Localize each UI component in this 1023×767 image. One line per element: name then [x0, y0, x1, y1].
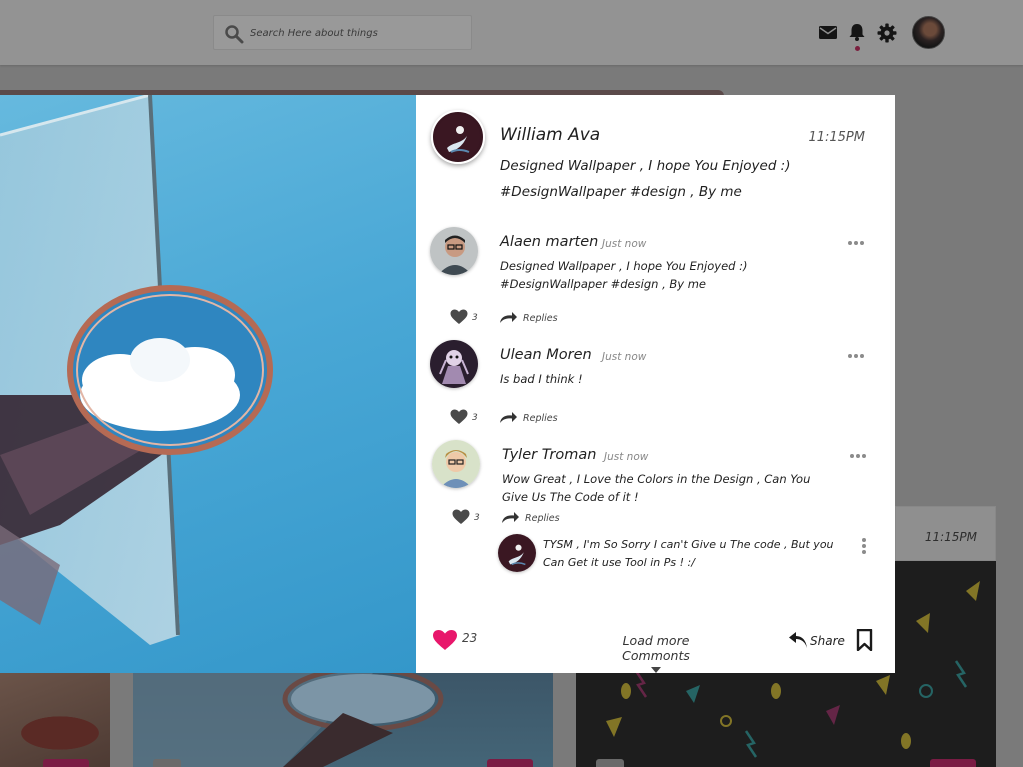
- comment-like-count: 3: [472, 413, 478, 423]
- like-count: 23: [462, 631, 478, 645]
- post-photo: [0, 95, 416, 673]
- background-photo-lips[interactable]: [0, 673, 110, 767]
- bell-icon[interactable]: [846, 21, 868, 43]
- avatar-photo: [432, 440, 480, 488]
- more-options-icon[interactable]: [848, 354, 866, 360]
- search-icon: [225, 25, 244, 44]
- like-badge[interactable]: [487, 759, 533, 767]
- reply-text: TYSM , I'm So Sorry I can't Give u The c…: [543, 538, 834, 569]
- post-caption: Designed Wallpaper , I hope You Enjoyed …: [500, 158, 791, 200]
- load-more-button[interactable]: Load more Commonts: [590, 633, 722, 673]
- caret-down-icon: [651, 667, 661, 673]
- like-heart-icon[interactable]: [432, 629, 458, 651]
- save-badge[interactable]: [596, 759, 624, 767]
- more-options-icon[interactable]: [848, 241, 866, 247]
- share-icon[interactable]: [788, 632, 808, 649]
- bookmark-icon[interactable]: [856, 629, 873, 651]
- background-photo-hoop[interactable]: [133, 673, 553, 767]
- post-modal: William Ava 11:15PM Designed Wallpaper ,…: [0, 95, 895, 673]
- background-post-header: 11:15PM: [895, 506, 996, 561]
- notification-dot: [855, 46, 860, 51]
- replies-link[interactable]: Replies: [525, 513, 560, 524]
- comment-avatar[interactable]: [430, 227, 478, 275]
- hoop-illustration: [133, 673, 444, 767]
- comment-author[interactable]: Ulean Moren: [500, 347, 592, 363]
- search-input[interactable]: [250, 23, 465, 43]
- comment-text: Wow Great , I Love the Colors in the Des…: [502, 472, 811, 504]
- comments-panel: William Ava 11:15PM Designed Wallpaper ,…: [416, 95, 895, 673]
- save-badge[interactable]: [153, 759, 181, 767]
- reply-icon[interactable]: [498, 411, 518, 425]
- avatar-photo: [498, 534, 536, 572]
- replies-link[interactable]: Replies: [523, 313, 558, 324]
- load-more-label: Load more Commonts: [622, 633, 690, 663]
- reply-avatar[interactable]: [498, 534, 536, 572]
- comment-text: Designed Wallpaper , I hope You Enjoyed …: [500, 259, 748, 291]
- comment-text: Is bad I think !: [500, 372, 583, 386]
- author-avatar[interactable]: [431, 110, 485, 164]
- comment-avatar[interactable]: [432, 440, 480, 488]
- search-box[interactable]: [213, 15, 472, 50]
- comment-like-count: 3: [472, 313, 478, 323]
- author-avatar-art: [447, 126, 470, 153]
- like-badge[interactable]: [930, 759, 976, 767]
- reply-icon[interactable]: [498, 311, 518, 325]
- author-name[interactable]: William Ava: [500, 125, 600, 145]
- reply-icon[interactable]: [500, 511, 520, 525]
- basketball-hoop-image: [0, 95, 273, 645]
- gear-icon[interactable]: [876, 22, 898, 44]
- more-options-icon[interactable]: [850, 454, 868, 460]
- comment-like-count: 3: [474, 513, 480, 523]
- comment-avatar[interactable]: [430, 340, 478, 388]
- comment-author[interactable]: Tyler Troman: [502, 447, 596, 463]
- avatar-photo: [430, 340, 478, 388]
- comment-time: Just now: [602, 238, 647, 250]
- like-badge[interactable]: [43, 759, 89, 767]
- comment-time: Just now: [604, 451, 649, 463]
- comment-author[interactable]: Alaen marten: [500, 234, 598, 250]
- heart-icon[interactable]: [450, 309, 468, 325]
- top-bar: [0, 0, 1023, 65]
- mail-icon[interactable]: [817, 21, 839, 43]
- replies-link[interactable]: Replies: [523, 413, 558, 424]
- background-post-time: 11:15PM: [924, 530, 977, 544]
- heart-icon[interactable]: [450, 409, 468, 425]
- post-time: 11:15PM: [808, 130, 865, 145]
- comment-time: Just now: [602, 351, 647, 363]
- share-button[interactable]: Share: [810, 634, 845, 648]
- heart-icon[interactable]: [452, 509, 470, 525]
- avatar-photo: [430, 227, 478, 275]
- more-options-vertical-icon[interactable]: [862, 538, 867, 554]
- user-avatar[interactable]: [912, 16, 945, 49]
